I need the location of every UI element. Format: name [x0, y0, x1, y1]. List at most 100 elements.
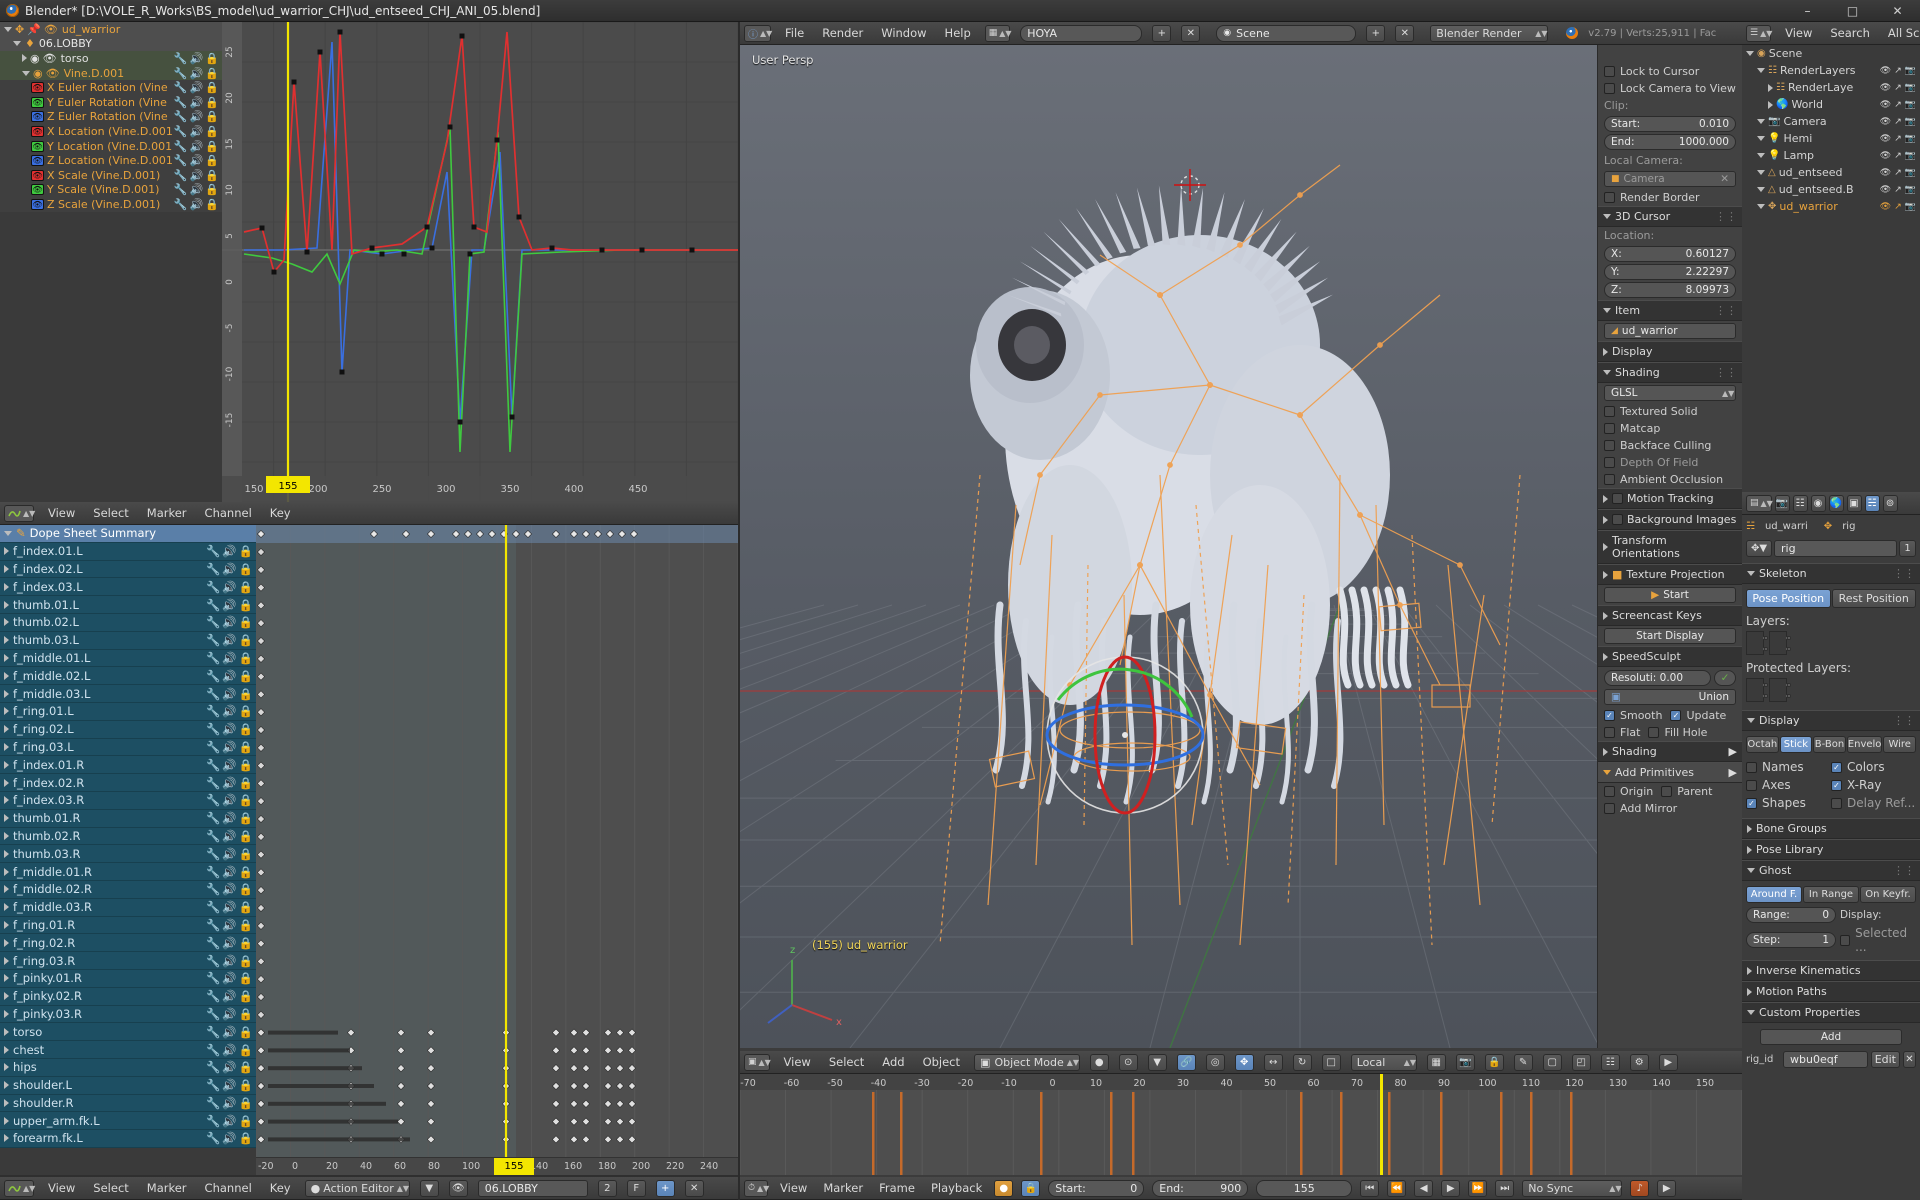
dope-channel-row[interactable]: f_ring.02.R 🔧 🔊 🔒 [0, 934, 256, 953]
interaction-mode-select[interactable]: ▣ Object Mode ▲▼ [974, 1053, 1080, 1071]
restrict-select-icon[interactable]: ↗ [1894, 134, 1902, 144]
custom-properties-section[interactable]: Custom Properties [1742, 1002, 1920, 1023]
menu-add[interactable]: Add [878, 1054, 908, 1070]
mute-icon[interactable]: 🔊 [222, 1060, 236, 1074]
expand-icon[interactable] [1746, 51, 1754, 56]
colors-row[interactable]: ✓ Colors [1831, 758, 1916, 776]
expand-icon[interactable] [1757, 119, 1765, 124]
manipulator-scale-icon[interactable]: □ [1321, 1053, 1341, 1071]
menu-object[interactable]: Object [919, 1054, 964, 1070]
smooth-row[interactable]: ✓ Smooth [1604, 707, 1662, 724]
item-name-field[interactable]: ◢ ud_warrior [1604, 323, 1736, 339]
view-properties-panel[interactable]: Lock to Cursor Lock Camera to View Clip:… [1597, 45, 1742, 1048]
menu-view[interactable]: View [780, 1054, 815, 1070]
smooth-checkbox[interactable]: ✓ [1604, 710, 1615, 721]
mute-icon[interactable]: 🔊 [222, 633, 236, 647]
expand-icon[interactable] [4, 653, 9, 662]
dope-channel-row[interactable]: thumb.03.R 🔧 🔊 🔒 [0, 845, 256, 864]
local-camera-field[interactable]: ■ Camera ✕ [1604, 171, 1736, 187]
mute-icon[interactable]: 🔊 [222, 669, 236, 683]
outliner-row[interactable]: 💡 Lamp 👁 ↗ 📷 [1742, 147, 1920, 164]
mute-icon[interactable]: 🔊 [222, 687, 236, 701]
lock-icon[interactable]: 🔒 [239, 562, 253, 576]
background-images-checkbox[interactable] [1612, 514, 1623, 525]
mute-icon[interactable]: 🔊 [222, 740, 236, 754]
render-engine-select[interactable]: Blender Render ▲▼ [1430, 24, 1549, 42]
modifier-icon[interactable]: 🔧 [206, 882, 220, 896]
manipulator-toggle[interactable]: ✥ [1234, 1053, 1254, 1071]
restrict-render-icon[interactable]: 📷 [1905, 100, 1916, 110]
lock-icon[interactable]: 🔒 [239, 776, 253, 790]
datablock-name-field[interactable]: rig [1774, 540, 1897, 557]
menu-view[interactable]: View [776, 1180, 811, 1196]
texture-icon[interactable]: ☷ [1600, 1053, 1620, 1071]
pivot-point-icon[interactable]: ⊙ [1118, 1053, 1138, 1071]
lock-icon[interactable]: 🔒 [239, 1007, 253, 1021]
dope-filter-icon[interactable]: ▼ [419, 1179, 439, 1197]
flat-row[interactable]: Flat [1604, 724, 1640, 741]
lock-icon[interactable]: 🔒 [239, 989, 253, 1003]
mute-icon[interactable]: 🔊 [190, 67, 204, 80]
expand-icon[interactable] [1757, 153, 1765, 158]
display-mode-buttons[interactable]: Octah Stick B-Bon Envelo Wire [1746, 736, 1916, 753]
expand-icon[interactable] [4, 956, 9, 965]
extra-icon[interactable]: ▶ [1658, 1053, 1678, 1071]
textured-solid-row[interactable]: Textured Solid [1598, 403, 1742, 420]
names-row[interactable]: Names [1746, 758, 1831, 776]
outliner-row[interactable]: 🌎 World 👁 ↗ 📷 [1742, 96, 1920, 113]
modifier-icon[interactable]: 🔧 [206, 793, 220, 807]
origin-checkbox[interactable] [1604, 786, 1615, 797]
expand-icon[interactable] [4, 600, 9, 609]
expand-icon[interactable] [4, 1063, 9, 1072]
graph-channel-row[interactable]: ◉ 👁 torso 🔧 🔊 🔒 [0, 51, 222, 66]
restrict-view-icon[interactable]: 👁 [1880, 202, 1891, 212]
audio-scrub-icon[interactable]: ♪ [1630, 1179, 1650, 1197]
dope-channel-row[interactable]: f_ring.01.L 🔧 🔊 🔒 [0, 702, 256, 721]
menu-search[interactable]: Search [1826, 25, 1874, 41]
mute-icon[interactable]: 🔊 [222, 544, 236, 558]
expand-icon[interactable] [4, 1009, 9, 1018]
expand-icon[interactable] [4, 725, 9, 734]
lock-icon[interactable]: 🔒 [205, 169, 219, 182]
cursor-z-field[interactable]: Z: 8.09973 [1604, 282, 1736, 298]
mute-icon[interactable]: 🔊 [222, 776, 236, 790]
ghost-mode-button[interactable]: In Range [1803, 886, 1859, 903]
restrict-render-icon[interactable]: 📷 [1905, 134, 1916, 144]
mute-icon[interactable]: 🔊 [222, 865, 236, 879]
lock-icon[interactable]: 🔒 [239, 954, 253, 968]
ghost-range-field[interactable]: Range: 0 [1746, 907, 1836, 923]
fake-user-toggle[interactable]: F [626, 1179, 646, 1197]
fill-hole-checkbox[interactable] [1648, 727, 1660, 738]
display-mode-button[interactable]: Octah [1746, 736, 1779, 753]
dope-channel-row[interactable]: f_middle.01.L 🔧 🔊 🔒 [0, 649, 256, 668]
restrict-view-icon[interactable]: 👁 [1880, 168, 1891, 178]
modifier-icon[interactable]: 🔧 [206, 936, 220, 950]
motion-tracking-section[interactable]: Motion Tracking [1598, 488, 1742, 509]
screen-layout-icon[interactable]: ▦ ▲▼ [984, 24, 1012, 42]
restrict-select-icon[interactable]: ↗ [1894, 151, 1902, 161]
expand-icon[interactable] [4, 760, 9, 769]
lock-icon[interactable]: 🔒 [239, 615, 253, 629]
mute-icon[interactable]: 🔊 [222, 989, 236, 1003]
fill-hole-row[interactable]: Fill Hole [1648, 724, 1707, 741]
menu-key[interactable]: Key [266, 505, 295, 521]
pose-position-button[interactable]: Pose Position [1746, 589, 1831, 608]
expand-icon[interactable] [4, 938, 9, 947]
viewport-shading-icon[interactable]: ● [1089, 1053, 1109, 1071]
expand-icon[interactable] [4, 707, 9, 716]
modifier-icon[interactable]: 🔧 [174, 169, 188, 182]
modifier-icon[interactable]: 🔧 [206, 918, 220, 932]
graph-channel-row[interactable]: 👁 Z Scale (Vine.D.001) 🔧 🔊 🔒 [0, 197, 222, 212]
expand-icon[interactable] [4, 582, 9, 591]
armature-layers-left[interactable] [1746, 631, 1768, 655]
expand-icon[interactable] [4, 831, 9, 840]
expand-icon[interactable] [4, 796, 9, 805]
lock-icon[interactable]: 🔒 [239, 1078, 253, 1092]
graph-editor-curve-area[interactable]: 25 20 15 10 5 0 -5 -10 -15 150 200 250 300 350 400 450 1… [222, 22, 738, 502]
modifier-icon[interactable]: 🔧 [206, 989, 220, 1003]
end-frame-field[interactable]: End: 900 [1152, 1179, 1249, 1197]
lock-icon[interactable]: 🔒 [239, 1114, 253, 1128]
expand-icon[interactable] [4, 814, 9, 823]
restrict-render-icon[interactable]: 📷 [1905, 66, 1916, 76]
modifier-icon[interactable]: 🔧 [206, 954, 220, 968]
